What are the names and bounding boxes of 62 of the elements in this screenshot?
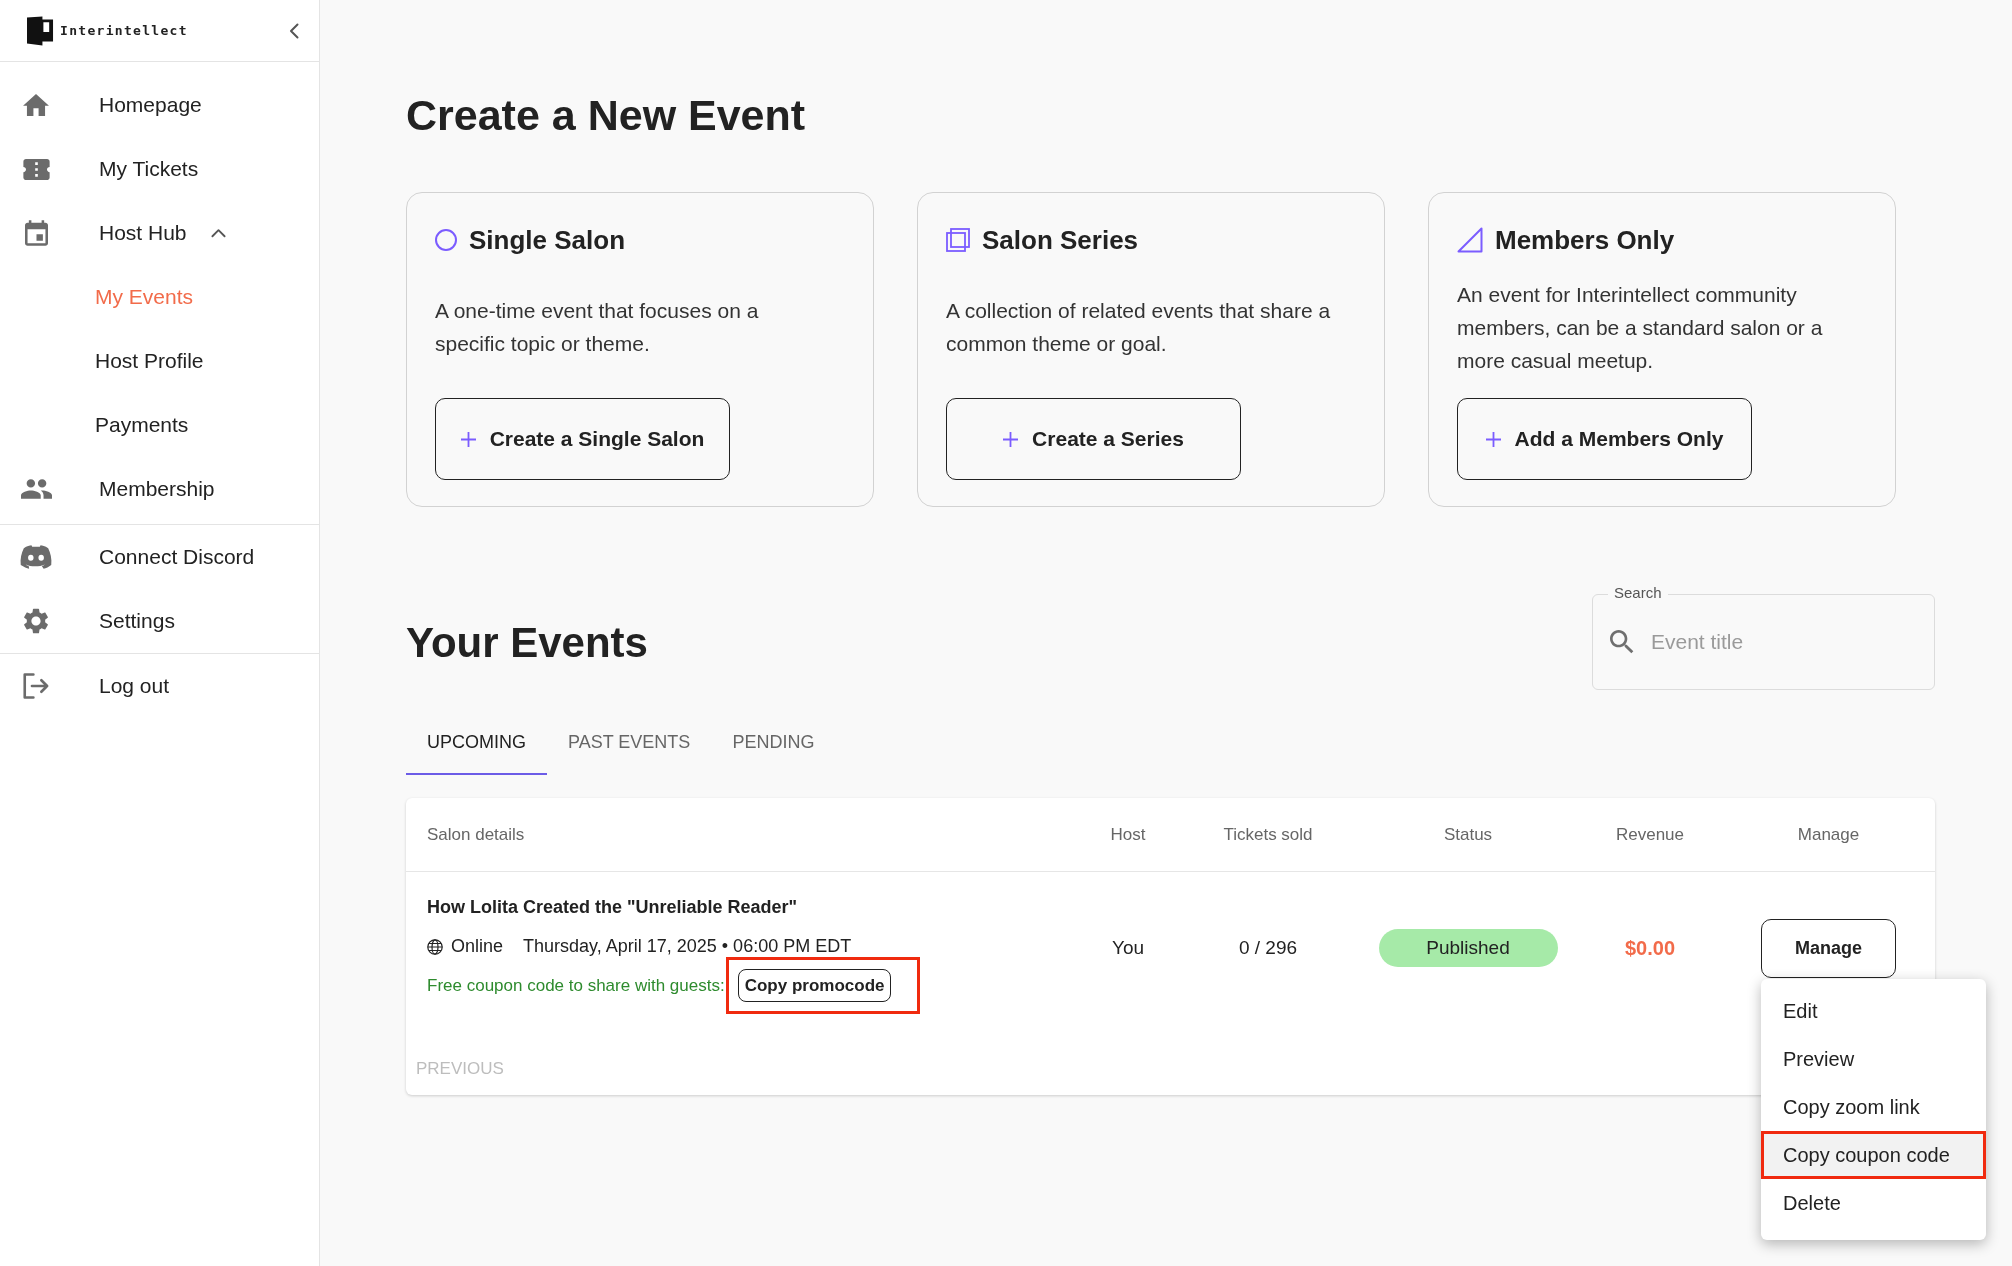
- event-location: Online: [451, 935, 504, 958]
- circle-icon: [435, 229, 457, 251]
- tab[interactable]: PENDING: [711, 711, 836, 775]
- card-title: Single Salon: [469, 223, 626, 257]
- copy-promocode-button[interactable]: Copy promocode: [737, 969, 892, 1002]
- menu-item[interactable]: Edit: [1761, 987, 1986, 1035]
- sidebar-item[interactable]: Connect Discord: [20, 541, 255, 573]
- plus-icon: [460, 431, 476, 447]
- settings-icon: [24, 608, 48, 634]
- create-event-button[interactable]: Add a Members Only: [1457, 398, 1752, 480]
- create-event-button[interactable]: Create a Single Salon: [435, 398, 730, 480]
- column-header: Host: [1110, 823, 1146, 846]
- menu-item[interactable]: Delete: [1761, 1179, 1986, 1227]
- coupon-label: Free coupon code to share with guests:: [427, 974, 725, 997]
- ticket-icon: [22, 158, 50, 180]
- logo-text: Interintellect: [60, 21, 188, 40]
- sidebar-item[interactable]: Host Hub: [20, 217, 226, 249]
- sidebar-item[interactable]: Homepage: [20, 89, 202, 121]
- home-icon: [23, 94, 49, 116]
- card-description: An event for Interintellect community members, can be a standard salon or a more casual meetup.: [1457, 281, 1824, 374]
- menu-item[interactable]: Copy zoom link: [1761, 1083, 1986, 1131]
- section-title: Your Events: [406, 617, 648, 668]
- status-badge: Published: [1378, 929, 1558, 967]
- manage-button[interactable]: Manage: [1761, 918, 1896, 978]
- tab[interactable]: UPCOMING: [406, 711, 547, 775]
- sidebar-subitem[interactable]: Payments: [95, 409, 189, 441]
- column-header: Manage: [1797, 823, 1860, 846]
- log-out-icon: [23, 673, 49, 699]
- calendar-icon: [24, 220, 48, 246]
- search-icon: [1610, 630, 1634, 654]
- card-title: Members Only: [1495, 223, 1675, 257]
- menu-item[interactable]: Preview: [1761, 1035, 1986, 1083]
- event-date: Thursday, April 17, 2025 • 06:00 PM EDT: [523, 935, 852, 958]
- column-header: Status: [1443, 823, 1493, 846]
- card-description: A collection of related events that share a common theme or goal.: [946, 298, 1332, 357]
- event-title: How Lolita Created the "Unreliable Reader": [427, 896, 798, 919]
- sidebar-item[interactable]: My Tickets: [20, 153, 199, 185]
- discord-icon: [20, 545, 52, 569]
- menu-item[interactable]: Copy coupon code: [1761, 1131, 1986, 1179]
- stacked-squares-icon: [946, 228, 970, 252]
- logo-icon: [27, 15, 54, 46]
- table-cell-text: You: [1111, 935, 1145, 960]
- tab[interactable]: PAST EVENTS: [547, 711, 712, 775]
- create-event-button[interactable]: Create a Series: [946, 398, 1241, 480]
- globe-icon: [427, 938, 443, 955]
- column-header: Tickets sold: [1223, 823, 1313, 846]
- triangle-icon: [1457, 227, 1483, 253]
- card-description: A one-time event that focuses on a specific topic or theme.: [435, 298, 760, 357]
- sidebar-item[interactable]: Log out: [20, 670, 170, 702]
- people-icon: [20, 479, 52, 499]
- plus-icon: [1485, 431, 1501, 447]
- column-header: Revenue: [1615, 823, 1685, 846]
- column-header: Salon details: [427, 824, 525, 844]
- sidebar-item[interactable]: Settings: [20, 605, 175, 637]
- table-cell-text: $0.00: [1624, 936, 1676, 961]
- chevron-left-icon[interactable]: [289, 22, 299, 39]
- plus-icon: [1003, 431, 1019, 447]
- table-cell-text: 0 / 296: [1238, 935, 1298, 960]
- sidebar-item[interactable]: Membership: [20, 473, 215, 505]
- card-title: Salon Series: [982, 223, 1139, 257]
- sidebar-subitem[interactable]: Host Profile: [95, 345, 204, 377]
- page-title: Create a New Event: [406, 90, 806, 141]
